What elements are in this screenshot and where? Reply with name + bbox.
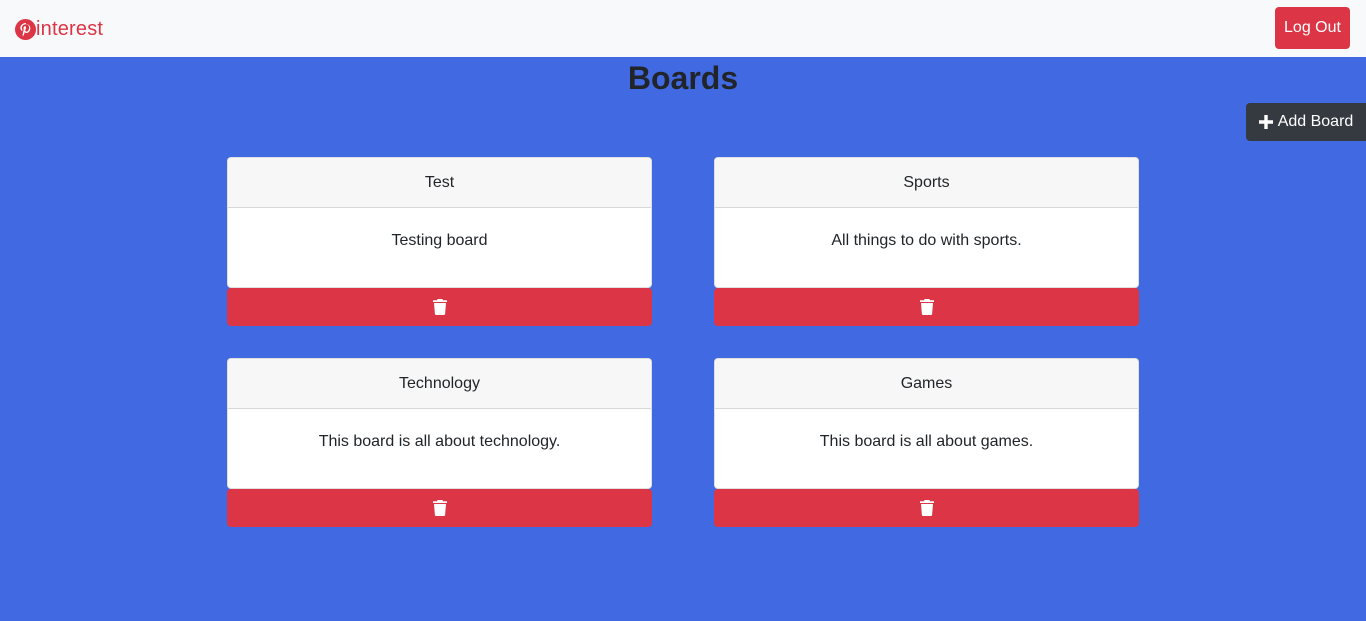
- navbar: interest Log Out: [0, 0, 1366, 57]
- trash-icon: [919, 500, 934, 516]
- page-title: Boards: [627, 60, 739, 96]
- add-board-button[interactable]: Add Board: [1246, 103, 1366, 141]
- delete-board-button[interactable]: [227, 288, 652, 326]
- plus-icon: [1258, 115, 1273, 129]
- board-card-content: Games This board is all about games.: [714, 358, 1139, 489]
- board-card-content: Technology This board is all about techn…: [227, 358, 652, 489]
- board-card: Games This board is all about games.: [714, 358, 1139, 527]
- brand-link[interactable]: interest: [15, 16, 103, 42]
- board-description: This board is all about technology.: [318, 433, 561, 450]
- trash-icon: [432, 299, 447, 315]
- board-title[interactable]: Sports: [715, 158, 1138, 208]
- trash-icon: [919, 299, 934, 315]
- delete-board-button[interactable]: [227, 489, 652, 527]
- board-title[interactable]: Technology: [228, 359, 651, 409]
- board-title[interactable]: Games: [715, 359, 1138, 409]
- brand-text: interest: [36, 17, 104, 40]
- delete-board-button[interactable]: [714, 489, 1139, 527]
- logout-button[interactable]: Log Out: [1275, 7, 1350, 49]
- board-title[interactable]: Test: [228, 158, 651, 208]
- board-card-content: Sports All things to do with sports.: [714, 157, 1139, 288]
- delete-board-button[interactable]: [714, 288, 1139, 326]
- trash-icon: [432, 500, 447, 516]
- pinterest-icon: [15, 18, 36, 40]
- add-board-label: Add Board: [1277, 113, 1354, 130]
- board-description: This board is all about games.: [819, 433, 1034, 450]
- board-description: Testing board: [391, 232, 488, 249]
- board-description: All things to do with sports.: [831, 232, 1022, 249]
- board-card: Test Testing board: [227, 157, 652, 326]
- board-card: Technology This board is all about techn…: [227, 358, 652, 527]
- board-card-content: Test Testing board: [227, 157, 652, 288]
- board-card: Sports All things to do with sports.: [714, 157, 1139, 326]
